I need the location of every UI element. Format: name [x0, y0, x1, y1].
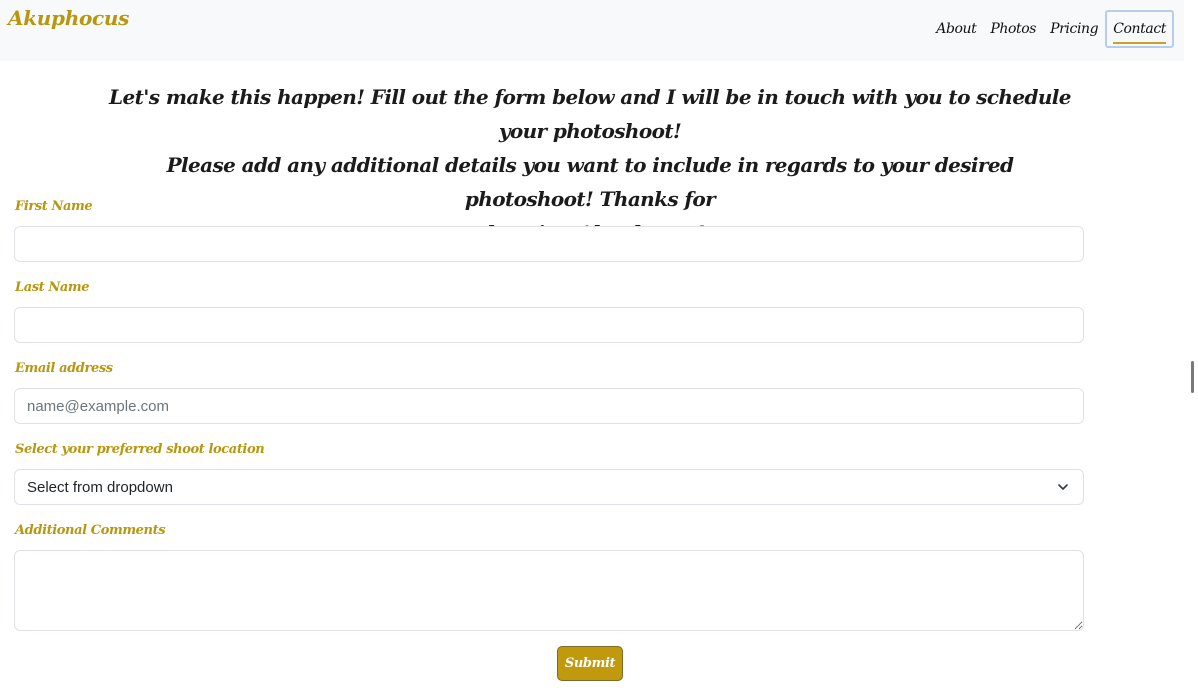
chevron-down-icon [1058, 484, 1068, 490]
submit-button[interactable]: Submit [557, 646, 623, 681]
nav-link-contact[interactable]: Contact [1105, 10, 1174, 48]
last-name-input[interactable] [14, 307, 1084, 343]
intro-line-1: Let's make this happen! Fill out the for… [109, 85, 1071, 143]
nav-links: About Photos Pricing Contact [929, 10, 1174, 48]
location-label: Select your preferred shoot location [15, 442, 265, 457]
comments-label: Additional Comments [15, 523, 166, 538]
email-input[interactable] [14, 388, 1084, 424]
navbar: Akuphocus About Photos Pricing Contact [0, 0, 1184, 61]
first-name-label: First Name [15, 199, 93, 214]
nav-link-pricing[interactable]: Pricing [1043, 10, 1105, 48]
comments-textarea[interactable] [14, 550, 1084, 631]
intro-line-2: Please add any additional details you wa… [166, 153, 1014, 211]
nav-link-about[interactable]: About [929, 10, 983, 48]
last-name-label: Last Name [15, 280, 90, 295]
page: Akuphocus About Photos Pricing Contact L… [0, 0, 1198, 698]
email-label: Email address [15, 361, 113, 376]
first-name-input[interactable] [14, 226, 1084, 262]
intro-text: Let's make this happen! Fill out the for… [100, 80, 1080, 250]
page-scrollbar[interactable] [1184, 0, 1198, 698]
scrollbar-thumb[interactable] [1191, 361, 1194, 393]
location-selected-value: Select from dropdown [27, 478, 173, 496]
location-select[interactable]: Select from dropdown [14, 469, 1084, 505]
nav-link-photos[interactable]: Photos [983, 10, 1043, 48]
brand-logo[interactable]: Akuphocus [8, 6, 129, 30]
